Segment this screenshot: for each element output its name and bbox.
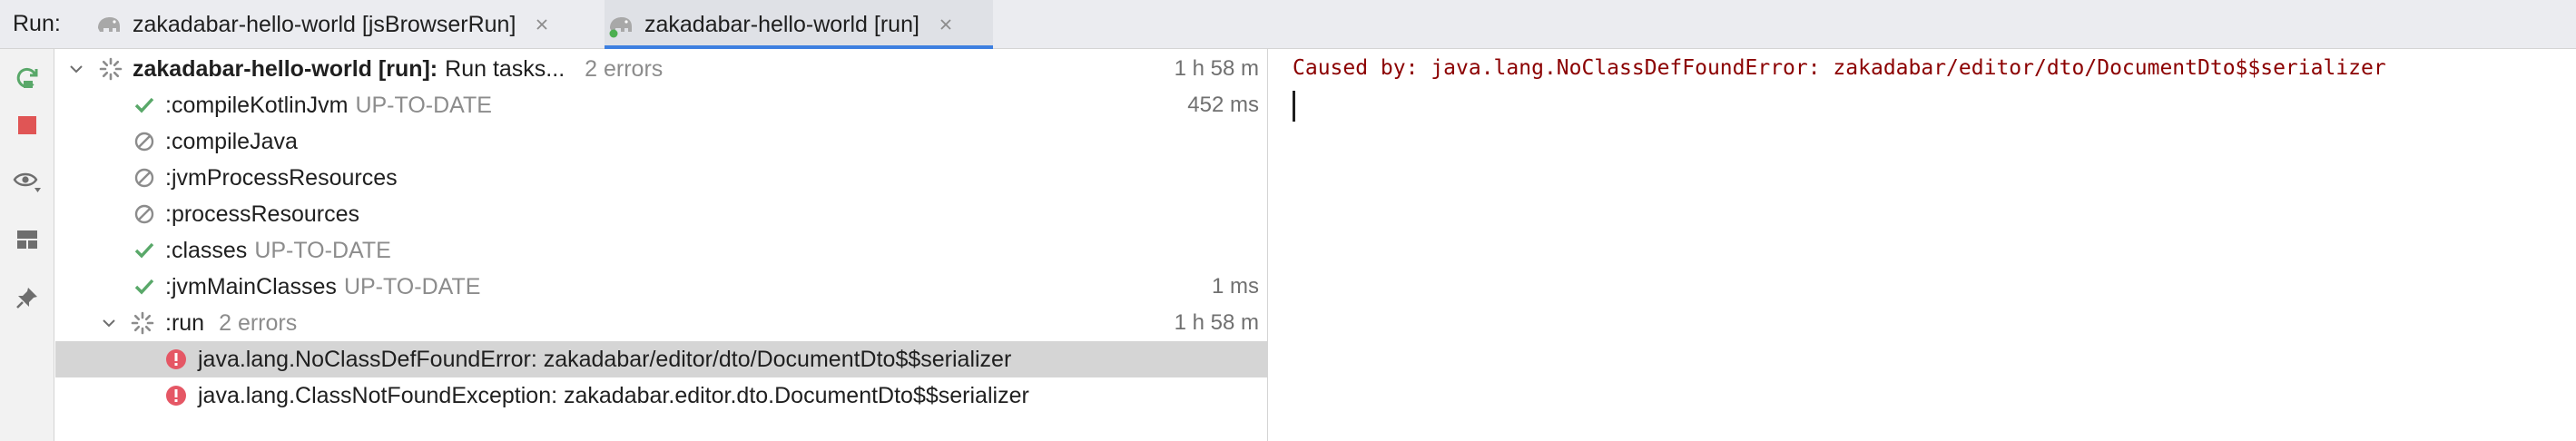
error-count: 2 errors — [585, 55, 664, 82]
chevron-down-icon[interactable] — [97, 311, 121, 335]
stop-icon[interactable] — [11, 109, 44, 142]
spinner-icon — [98, 56, 123, 82]
success-check-icon — [132, 274, 157, 299]
gradle-elephant-running-icon — [606, 10, 635, 39]
task-name: :jvmMainClasses — [165, 273, 337, 299]
success-check-icon — [132, 238, 157, 263]
tree-root-name: zakadabar-hello-world [run]: — [133, 55, 438, 82]
gradle-elephant-icon — [94, 10, 123, 39]
error-row-selected[interactable]: java.lang.NoClassDefFoundError: zakadaba… — [55, 341, 1268, 377]
error-icon — [163, 383, 189, 408]
error-icon — [163, 347, 189, 372]
task-row[interactable]: :compileKotlinJvm UP-TO-DATE 452 ms — [55, 87, 1268, 123]
task-name: :compileKotlinJvm — [165, 92, 349, 118]
tree-root-status: Run tasks... — [445, 55, 565, 82]
error-count: 2 errors — [219, 309, 298, 336]
task-row[interactable]: :jvmProcessResources — [55, 160, 1268, 196]
success-check-icon — [132, 93, 157, 118]
task-name: :run — [165, 309, 205, 336]
tab-label: zakadabar-hello-world [run] — [644, 11, 919, 37]
run-toolbar — [0, 49, 54, 441]
task-note: UP-TO-DATE — [355, 92, 492, 118]
error-message: java.lang.ClassNotFoundException: zakada… — [198, 382, 1029, 408]
duration: 1 h 58 m — [1174, 56, 1259, 81]
console-error-line: Caused by: java.lang.NoClassDefFoundErro… — [1293, 56, 2386, 80]
pin-icon[interactable] — [11, 281, 44, 314]
task-name: :classes — [165, 237, 248, 263]
close-tab-icon[interactable] — [934, 13, 958, 36]
skipped-icon — [132, 165, 157, 191]
task-row[interactable]: :compileJava — [55, 123, 1268, 160]
skipped-icon — [132, 129, 157, 154]
task-row[interactable]: :classes UP-TO-DATE — [55, 232, 1268, 269]
duration: 1 h 58 m — [1174, 310, 1259, 335]
chevron-down-icon[interactable] — [64, 57, 88, 81]
build-tree: zakadabar-hello-world [run]: Run tasks..… — [55, 49, 1268, 441]
error-message: java.lang.NoClassDefFoundError: zakadaba… — [198, 346, 1012, 372]
tree-root-row[interactable]: zakadabar-hello-world [run]: Run tasks..… — [55, 51, 1268, 87]
run-tab-bar: Run: zakadabar-hello-world [jsBrowserRun… — [0, 0, 2576, 50]
tab-label: zakadabar-hello-world [jsBrowserRun] — [133, 11, 516, 37]
task-row[interactable]: :processResources — [55, 196, 1268, 232]
task-row-run[interactable]: :run 2 errors 1 h 58 m — [55, 305, 1268, 341]
rerun-icon[interactable] — [11, 62, 44, 94]
skipped-icon — [132, 201, 157, 227]
run-label: Run: — [13, 11, 61, 36]
spinner-icon — [130, 310, 155, 336]
text-caret — [1293, 91, 1295, 122]
close-tab-icon[interactable] — [530, 13, 554, 36]
task-name: :processResources — [165, 201, 359, 227]
duration: 1 ms — [1211, 274, 1259, 299]
console-output[interactable]: Caused by: java.lang.NoClassDefFoundErro… — [1269, 49, 2576, 441]
task-note: UP-TO-DATE — [343, 273, 481, 299]
duration: 452 ms — [1187, 93, 1259, 117]
tab-run[interactable]: zakadabar-hello-world [run] — [605, 0, 993, 50]
task-name: :compileJava — [165, 128, 298, 154]
error-row[interactable]: java.lang.ClassNotFoundException: zakada… — [55, 377, 1268, 414]
task-note: UP-TO-DATE — [254, 237, 391, 263]
layout-icon[interactable] — [11, 223, 44, 256]
task-name: :jvmProcessResources — [165, 164, 398, 191]
view-options-icon[interactable] — [11, 165, 44, 198]
tab-jsbrowserrun[interactable]: zakadabar-hello-world [jsBrowserRun] — [93, 0, 583, 49]
task-row[interactable]: :jvmMainClasses UP-TO-DATE 1 ms — [55, 269, 1268, 305]
